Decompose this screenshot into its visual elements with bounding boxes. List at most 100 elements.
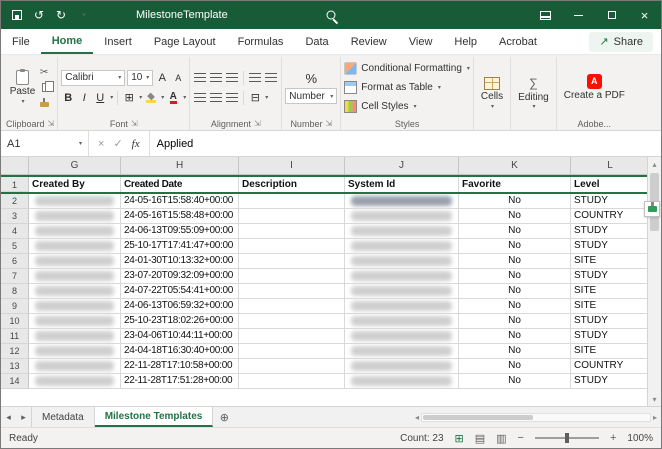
redo-icon[interactable]: ↻ [55, 8, 67, 22]
tab-help[interactable]: Help [443, 29, 488, 54]
column-header-i[interactable]: I [239, 157, 345, 174]
scroll-down-icon[interactable]: ▾ [652, 392, 656, 406]
cell-level[interactable]: STUDY [571, 224, 647, 239]
merge-center-button[interactable]: ⊟ [248, 90, 262, 106]
minimize-icon[interactable] [562, 1, 595, 29]
cell-favorite[interactable]: No [459, 254, 571, 269]
cell-system-id[interactable] [345, 359, 459, 374]
sheet-nav-right-icon[interactable]: ▸ [16, 407, 31, 427]
grow-font-button[interactable]: A [155, 70, 169, 86]
format-as-table-button[interactable]: Format as Table▾ [344, 79, 470, 96]
cell-created-by[interactable] [29, 239, 121, 254]
cell-created-date[interactable]: 24-05-16T15:58:40+00:00 [121, 194, 239, 209]
tab-review[interactable]: Review [340, 29, 398, 54]
cell-created-by[interactable] [29, 359, 121, 374]
tab-data[interactable]: Data [294, 29, 339, 54]
shrink-font-button[interactable]: A [171, 70, 185, 86]
cell-system-id[interactable] [345, 374, 459, 389]
cell-level[interactable]: STUDY [571, 374, 647, 389]
cell-level[interactable]: COUNTRY [571, 209, 647, 224]
zoom-out-icon[interactable]: − [518, 432, 524, 444]
cell-favorite[interactable]: No [459, 314, 571, 329]
name-box[interactable]: A1 ▾ [1, 131, 89, 156]
format-painter-button[interactable] [40, 97, 49, 109]
cell-created-date[interactable]: 24-06-13T09:55:09+00:00 [121, 224, 239, 239]
cell-created-by[interactable] [29, 329, 121, 344]
formula-input[interactable]: Applied [150, 131, 661, 156]
cell-favorite[interactable]: No [459, 209, 571, 224]
cell-description[interactable] [239, 209, 345, 224]
row-header[interactable]: 7 [1, 269, 29, 284]
cell-created-date[interactable]: 25-10-23T18:02:26+00:00 [121, 314, 239, 329]
cell-created-by[interactable] [29, 254, 121, 269]
row-header[interactable]: 11 [1, 329, 29, 344]
alignment-dialog-launcher-icon[interactable]: ⇲ [254, 119, 261, 128]
enter-icon[interactable]: ✓ [113, 137, 122, 150]
cell-level[interactable]: STUDY [571, 194, 647, 209]
cell-description[interactable] [239, 254, 345, 269]
select-all-corner[interactable] [1, 157, 29, 174]
close-icon[interactable]: × [628, 1, 661, 29]
name-box-dropdown-icon[interactable]: ▾ [79, 140, 82, 147]
align-right-button[interactable] [225, 90, 239, 106]
row-header[interactable]: 13 [1, 359, 29, 374]
cell-system-id[interactable] [345, 254, 459, 269]
search-icon[interactable] [327, 11, 336, 20]
align-left-button[interactable] [193, 90, 207, 106]
cell-favorite[interactable]: No [459, 374, 571, 389]
cell-favorite[interactable]: No [459, 299, 571, 314]
font-name-select[interactable]: Calibri▾ [61, 70, 125, 86]
horizontal-scroll-thumb[interactable] [423, 415, 533, 420]
cell-description[interactable] [239, 329, 345, 344]
cell-created-by[interactable] [29, 224, 121, 239]
cell-created-by[interactable] [29, 314, 121, 329]
paste-dropdown-icon[interactable]: ▾ [21, 98, 24, 105]
row-header[interactable]: 6 [1, 254, 29, 269]
font-dialog-launcher-icon[interactable]: ⇲ [131, 119, 138, 128]
formatting-options-smart-tag[interactable] [644, 201, 660, 217]
cut-button[interactable]: ✂ [40, 67, 49, 79]
hscroll-left-icon[interactable]: ◂ [415, 413, 419, 422]
cell-description[interactable] [239, 374, 345, 389]
align-center-button[interactable] [209, 90, 223, 106]
tab-formulas[interactable]: Formulas [227, 29, 295, 54]
page-break-view-icon[interactable]: ▥ [496, 432, 506, 445]
align-middle-button[interactable] [209, 70, 223, 86]
share-button[interactable]: ↗ Share [589, 32, 653, 52]
cell-created-by[interactable] [29, 284, 121, 299]
cell-favorite[interactable]: No [459, 329, 571, 344]
row-header[interactable]: 3 [1, 209, 29, 224]
cell-system-id[interactable] [345, 209, 459, 224]
undo-icon[interactable]: ↺ [33, 8, 45, 22]
cell-created-date[interactable]: 22-11-28T17:10:58+00:00 [121, 359, 239, 374]
column-header-j[interactable]: J [345, 157, 459, 174]
tab-home[interactable]: Home [41, 29, 94, 54]
tab-insert[interactable]: Insert [93, 29, 143, 54]
cell-system-id[interactable] [345, 344, 459, 359]
cell-level[interactable]: COUNTRY [571, 359, 647, 374]
paste-button[interactable]: Paste ▾ [6, 70, 39, 105]
cell-description[interactable] [239, 344, 345, 359]
qat-customize-icon[interactable]: ▾ [78, 11, 90, 19]
sheet-nav-left-icon[interactable]: ◂ [1, 407, 16, 427]
cell-description[interactable] [239, 194, 345, 209]
zoom-in-icon[interactable]: + [610, 432, 616, 444]
cell-system-id[interactable] [345, 194, 459, 209]
cell-description[interactable] [239, 314, 345, 329]
borders-button[interactable]: ⊞ [122, 90, 136, 106]
wrap-text-button[interactable] [264, 70, 278, 86]
cell-favorite[interactable]: No [459, 284, 571, 299]
cells-button[interactable]: Cells ▾ [477, 58, 507, 130]
cell-system-id[interactable] [345, 314, 459, 329]
cell-favorite[interactable]: No [459, 359, 571, 374]
editing-button[interactable]: ∑ Editing ▾ [514, 58, 553, 130]
insert-function-icon[interactable]: fx [132, 138, 140, 150]
new-sheet-icon[interactable]: ⊕ [213, 407, 235, 427]
row-header[interactable]: 14 [1, 374, 29, 389]
row-header[interactable]: 8 [1, 284, 29, 299]
clipboard-dialog-launcher-icon[interactable]: ⇲ [48, 119, 55, 128]
page-layout-view-icon[interactable]: ▤ [475, 432, 485, 445]
column-header-h[interactable]: H [121, 157, 239, 174]
header-cell[interactable]: Created Date [121, 177, 239, 192]
cell-description[interactable] [239, 239, 345, 254]
